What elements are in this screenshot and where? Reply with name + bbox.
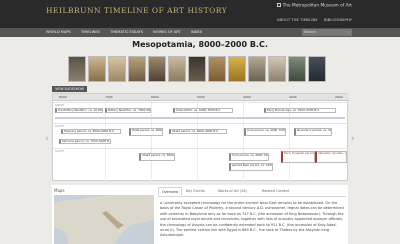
chevron-right-icon[interactable]: › [351,134,355,144]
artwork-thumb[interactable] [228,56,246,82]
site-header: HEILBRUNN TIMELINE OF ART HISTORY The Me… [0,0,400,28]
artwork-thumb[interactable] [188,56,206,82]
main-nav: WORLD MAPS TIMELINES THEMATIC ESSAYS WOR… [0,28,400,37]
tick-label: 2000 [335,95,343,99]
content-panel: Maps Overview Key Events Works of Art (2… [52,185,348,244]
nav-index[interactable]: INDEX [191,30,202,34]
nav-timelines[interactable]: TIMELINES [81,30,100,34]
overview-text: A universally accepted chronology for th… [160,201,344,238]
timeline-event[interactable]: Chalcolithic, ca. 6000–3500 B.C. [173,108,233,113]
artwork-thumb[interactable] [108,56,126,82]
content-tabs: Overview Key Events Works of Art (26) Re… [158,187,346,197]
timeline-event[interactable]: Hassuna period, ca. 6500–6000 B.C. [61,129,121,134]
link-bibliography[interactable]: BIBLIOGRAPHY [324,17,352,22]
timeline-event[interactable]: Pre-Pottery Neolithic, ca. 10,000–7000 B… [55,108,103,113]
timeline-event[interactable]: Ubaid period, ca. 6000–4000 B.C. [169,129,227,134]
timeline-event[interactable]: Jemdet Nasr period, ca. 3100–2900 B.C. [229,163,273,171]
tab-key-events[interactable]: Key Events [186,189,205,193]
search-icon[interactable]: ⌕ [348,29,350,36]
timeline-event[interactable]: Early Bronze Age, ca. 3500–2000 B.C. [264,108,336,113]
artwork-thumbnails [68,56,332,84]
timeline-row-north: NORTH Pre-Pottery Neolithic, ca. 10,000–… [53,102,349,123]
museum-name[interactable]: The Metropolitan Museum of Art [276,3,352,9]
tick-label: 3000 [289,95,297,99]
chevron-left-icon[interactable]: ‹ [45,134,49,144]
artwork-thumb[interactable] [88,56,106,82]
tick-label: 7000 [105,95,113,99]
timeline-event[interactable]: Early Dynastic period, ca. 2900–2350 B.C… [281,151,315,163]
tab-overview[interactable]: Overview [158,187,182,196]
nav-works-of-art[interactable]: WORKS OF ART [153,30,181,34]
nav-world-maps[interactable]: WORLD MAPS [46,30,71,34]
timeline-event[interactable]: Akkadian dynasty, ca. 2350–2150 B.C. [315,151,347,163]
timeline-event[interactable]: Uruk period, ca. 4000–3100 B.C. [229,153,269,161]
timeline-panel: 8000 7000 6000 5000 4000 3000 2000 NORTH… [45,93,355,182]
timeline-row-south-1: SOUTH Hassuna period, ca. 6500–6000 B.C.… [53,123,349,148]
timeline-axis: 8000 7000 6000 5000 4000 3000 2000 [53,94,349,101]
timeline-event[interactable]: Ubaid period, ca. 6500–4000 B.C. [139,153,175,161]
artwork-thumb[interactable] [208,56,226,82]
artwork-thumb[interactable] [248,56,266,82]
tick-label: 5000 [197,95,205,99]
region-map[interactable] [54,195,154,244]
nav-thematic-essays[interactable]: THEMATIC ESSAYS [110,30,143,34]
artwork-thumb[interactable] [168,56,186,82]
tab-related-content[interactable]: Related Content [262,189,289,193]
artwork-thumb[interactable] [308,56,326,82]
maps-title: Maps [54,188,65,193]
artwork-thumb[interactable] [268,56,286,82]
tick-label: 4000 [243,95,251,99]
artwork-thumb[interactable] [68,56,86,82]
page-title: Mesopotamia, 8000–2000 B.C. [132,40,268,49]
timeline-row-south-2: SOUTH Ubaid period, ca. 6500–4000 B.C. U… [53,148,349,182]
timeline-event[interactable]: Halaf period, ca. 6000–5300 B.C. [129,128,163,136]
timeline-event[interactable]: Pottery Neolithic, ca. 7000–6000 B.C. [105,108,151,113]
timeline-event[interactable]: Samarra period, ca. 7000–6000 B.C. [59,139,111,144]
artwork-thumb[interactable] [148,56,166,82]
artwork-thumb[interactable] [128,56,146,82]
tick-label: 8000 [59,95,67,99]
view-slideshow-button[interactable]: VIEW SLIDESHOW [52,86,87,92]
search-input[interactable]: Search ⌕ [302,29,352,36]
link-about[interactable]: ABOUT THE TIMELINE [277,17,318,22]
timeline-event[interactable]: Ninevite V period, ca. 3000–2500 B.C. [294,128,332,136]
museum-logo-icon [276,3,281,7]
tab-works-of-art[interactable]: Works of Art (26) [218,189,247,193]
timeline-event[interactable]: Uruk period, ca. 4000–3100 B.C. [244,128,286,136]
artwork-thumb[interactable] [288,56,306,82]
tick-label: 6000 [151,95,159,99]
top-links: ABOUT THE TIMELINE BIBLIOGRAPHY [272,17,352,22]
site-title[interactable]: HEILBRUNN TIMELINE OF ART HISTORY [46,6,227,15]
